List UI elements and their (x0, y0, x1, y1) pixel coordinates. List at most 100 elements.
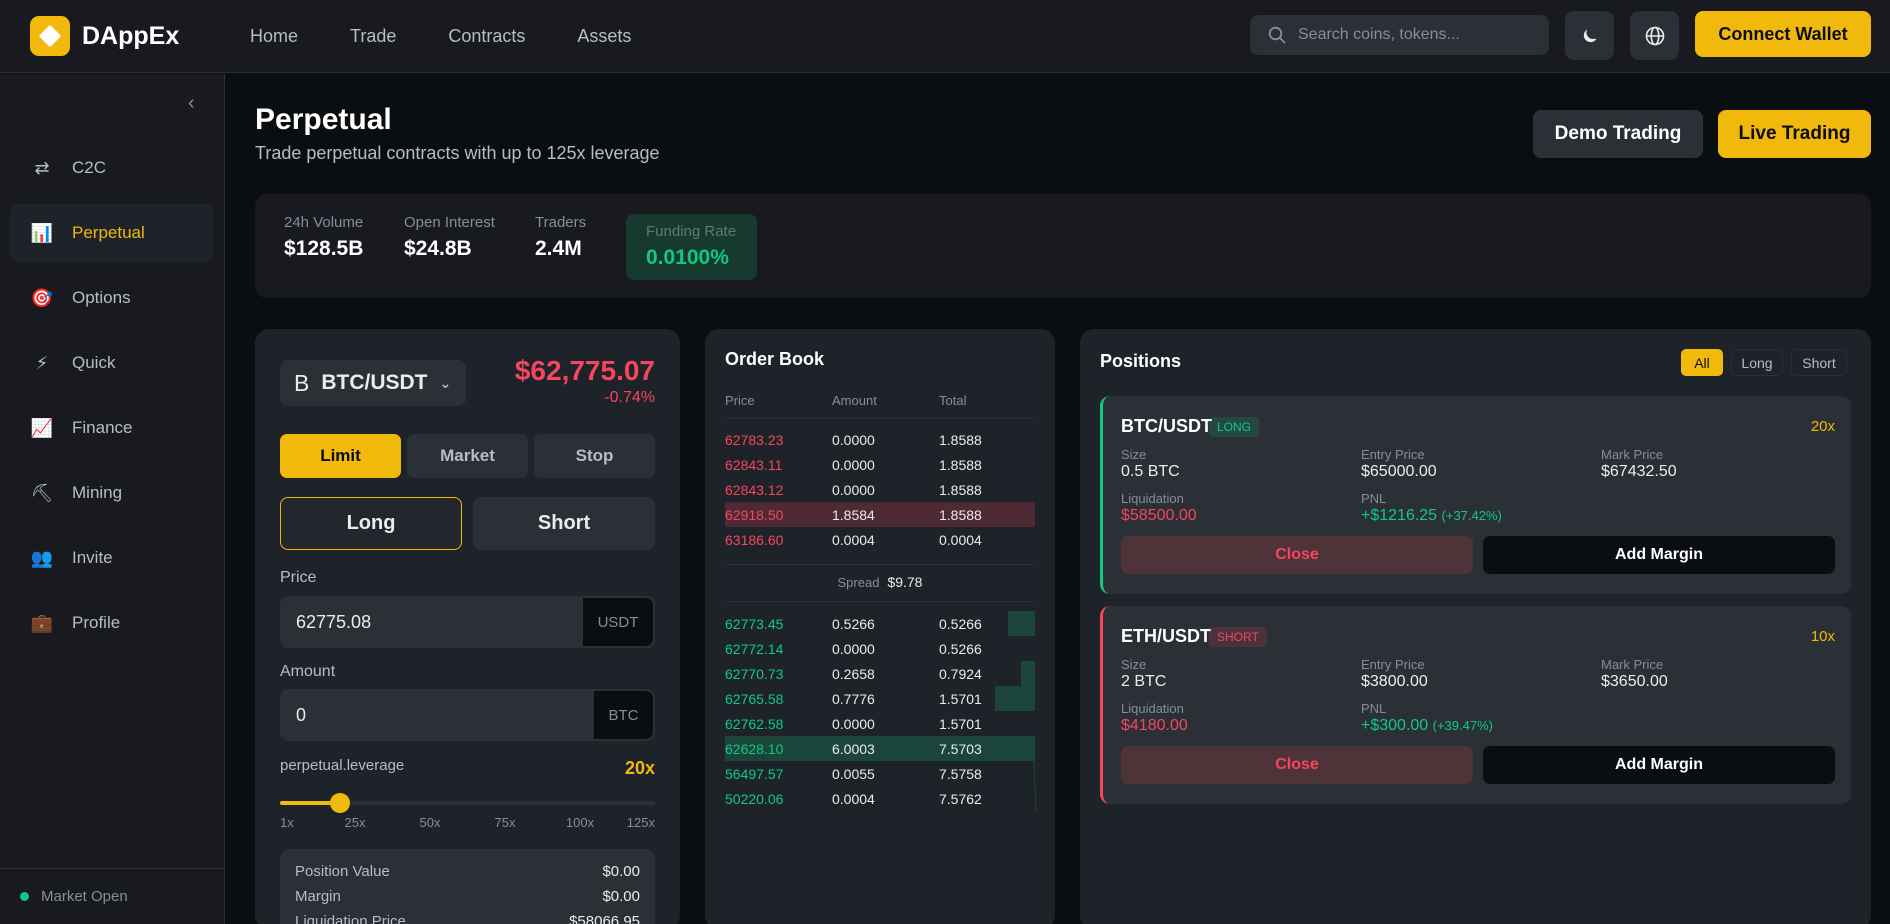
order-price: 62772.14 (725, 641, 784, 657)
sidebar-item-perpetual[interactable]: 📊 Perpetual (10, 204, 213, 262)
bid-row[interactable]: 62765.58 0.7776 1.5701 (725, 686, 1035, 711)
filter-short[interactable]: Short (1791, 349, 1847, 376)
price-field[interactable]: 62775.08 USDT (280, 596, 655, 648)
tab-stop[interactable]: Stop (534, 434, 655, 478)
short-button[interactable]: Short (473, 497, 655, 550)
bid-row[interactable]: 62770.73 0.2658 0.7924 (725, 661, 1035, 686)
divider (725, 418, 1035, 419)
amount-unit: BTC (594, 691, 653, 739)
amount-input[interactable]: 0 (280, 705, 594, 726)
bid-row[interactable]: 62772.14 0.0000 0.5266 (725, 636, 1035, 661)
logo[interactable]: DAppEx (30, 16, 250, 56)
bitcoin-icon: B (294, 369, 310, 396)
tab-market[interactable]: Market (407, 434, 528, 478)
chevron-left-icon[interactable]: ‹ (188, 92, 195, 115)
order-price: 62628.10 (725, 741, 784, 757)
filter-long[interactable]: Long (1731, 349, 1783, 376)
sidebar-item-finance[interactable]: 📈 Finance (10, 399, 213, 457)
tab-limit[interactable]: Limit (280, 434, 401, 478)
position-side-badge: SHORT (1209, 627, 1267, 647)
pair-selector[interactable]: B BTC/USDT ⌄ (280, 360, 466, 406)
demo-trading-button[interactable]: Demo Trading (1533, 110, 1703, 158)
sidebar-item-profile[interactable]: 💼 Profile (10, 594, 213, 652)
top-bar: DAppEx Home Trade Contracts Assets Conne… (0, 0, 1890, 73)
spread-value: $9.78 (887, 574, 923, 590)
order-price: 62762.58 (725, 716, 784, 732)
sidebar-item-invite[interactable]: 👥 Invite (10, 529, 213, 587)
ask-row[interactable]: 62843.11 0.0000 1.8588 (725, 452, 1035, 477)
ask-row[interactable]: 62843.12 0.0000 1.8588 (725, 477, 1035, 502)
leverage-tick[interactable]: 100x (566, 815, 594, 830)
ask-row[interactable]: 62918.50 1.8584 1.8588 (725, 502, 1035, 527)
add-margin-button[interactable]: Add Margin (1483, 536, 1835, 574)
nav-contracts[interactable]: Contracts (448, 26, 525, 47)
chevron-down-icon: ⌄ (439, 374, 452, 391)
order-price: 62783.23 (725, 432, 784, 448)
market-stats: 24h Volume $128.5B Open Interest $24.8B … (255, 194, 1871, 298)
stat-label: Open Interest (404, 214, 495, 231)
leverage-tick[interactable]: 1x (280, 815, 294, 830)
nav-trade[interactable]: Trade (350, 26, 396, 47)
search-input[interactable] (1298, 26, 1528, 44)
order-type-tabs: Limit Market Stop (280, 434, 655, 478)
ask-row[interactable]: 62783.23 0.0000 1.8588 (725, 427, 1035, 452)
size-value: 2 BTC (1121, 673, 1167, 690)
connect-wallet-button[interactable]: Connect Wallet (1695, 11, 1871, 57)
leverage-slider[interactable] (280, 793, 655, 813)
leverage-tick[interactable]: 50x (420, 815, 441, 830)
sidebar-item-options[interactable]: 🎯 Options (10, 269, 213, 327)
chart-icon: 📊 (30, 222, 54, 243)
sidebar-item-label: Options (72, 288, 131, 307)
summary-label: Margin (295, 888, 341, 905)
add-margin-button[interactable]: Add Margin (1483, 746, 1835, 784)
filter-all[interactable]: All (1681, 349, 1723, 376)
position-side-badge: LONG (1209, 417, 1260, 437)
logo-diamond-icon (30, 16, 70, 56)
leverage-tick[interactable]: 125x (627, 815, 655, 830)
position-leverage: 10x (1810, 628, 1835, 645)
spread-label: Spread (837, 575, 880, 590)
globe-icon (1645, 26, 1664, 45)
stat-traders: Traders 2.4M (535, 214, 586, 261)
exchange-icon: ⇄ (34, 157, 50, 178)
order-total: 7.5703 (939, 741, 982, 757)
app-name: DAppEx (82, 21, 180, 50)
sidebar-item-c2c[interactable]: ⇄ C2C (10, 139, 213, 197)
market-status: Market Open (0, 868, 225, 924)
sidebar-item-label: Finance (72, 418, 133, 437)
price-input[interactable]: 62775.08 (280, 612, 583, 633)
bid-row[interactable]: 56497.57 0.0055 7.5758 (725, 761, 1035, 786)
bid-row[interactable]: 62773.45 0.5266 0.5266 (725, 611, 1035, 636)
amount-field[interactable]: 0 BTC (280, 689, 655, 741)
summary-row: Liquidation Price $58066.95 (295, 913, 640, 924)
sidebar-item-mining[interactable]: ⛏ Mining (10, 464, 213, 522)
language-button[interactable] (1630, 11, 1679, 60)
close-position-button[interactable]: Close (1121, 536, 1473, 574)
long-button[interactable]: Long (280, 497, 462, 550)
summary-value: $58066.95 (569, 913, 640, 924)
leverage-tick[interactable]: 75x (495, 815, 516, 830)
page-title: Perpetual (255, 103, 392, 136)
nav-home[interactable]: Home (250, 26, 298, 47)
leverage-slider-handle[interactable] (330, 793, 350, 813)
bid-row[interactable]: 50220.06 0.0004 7.5762 (725, 786, 1035, 811)
bid-row[interactable]: 62762.58 0.0000 1.5701 (725, 711, 1035, 736)
liquidation-label: Liquidation (1121, 701, 1184, 716)
summary-row: Margin $0.00 (295, 888, 640, 905)
sidebar-item-quick[interactable]: ⚡ Quick (10, 334, 213, 392)
order-amount: 0.0000 (832, 457, 875, 473)
column-header-total: Total (939, 393, 967, 408)
theme-toggle-button[interactable] (1565, 11, 1614, 60)
mark-price-label: Mark Price (1601, 657, 1664, 672)
bid-row[interactable]: 62628.10 6.0003 7.5703 (725, 736, 1035, 761)
live-trading-button[interactable]: Live Trading (1718, 110, 1871, 158)
price-label: Price (280, 569, 317, 586)
close-position-button[interactable]: Close (1121, 746, 1473, 784)
leverage-tick[interactable]: 25x (345, 815, 366, 830)
depth-bar (1033, 761, 1035, 786)
page-subtitle: Trade perpetual contracts with up to 125… (255, 143, 660, 163)
stat-value: 0.0100% (646, 246, 729, 269)
ask-row[interactable]: 63186.60 0.0004 0.0004 (725, 527, 1035, 552)
nav-assets[interactable]: Assets (577, 26, 631, 47)
market-status-label: Market Open (41, 888, 128, 905)
